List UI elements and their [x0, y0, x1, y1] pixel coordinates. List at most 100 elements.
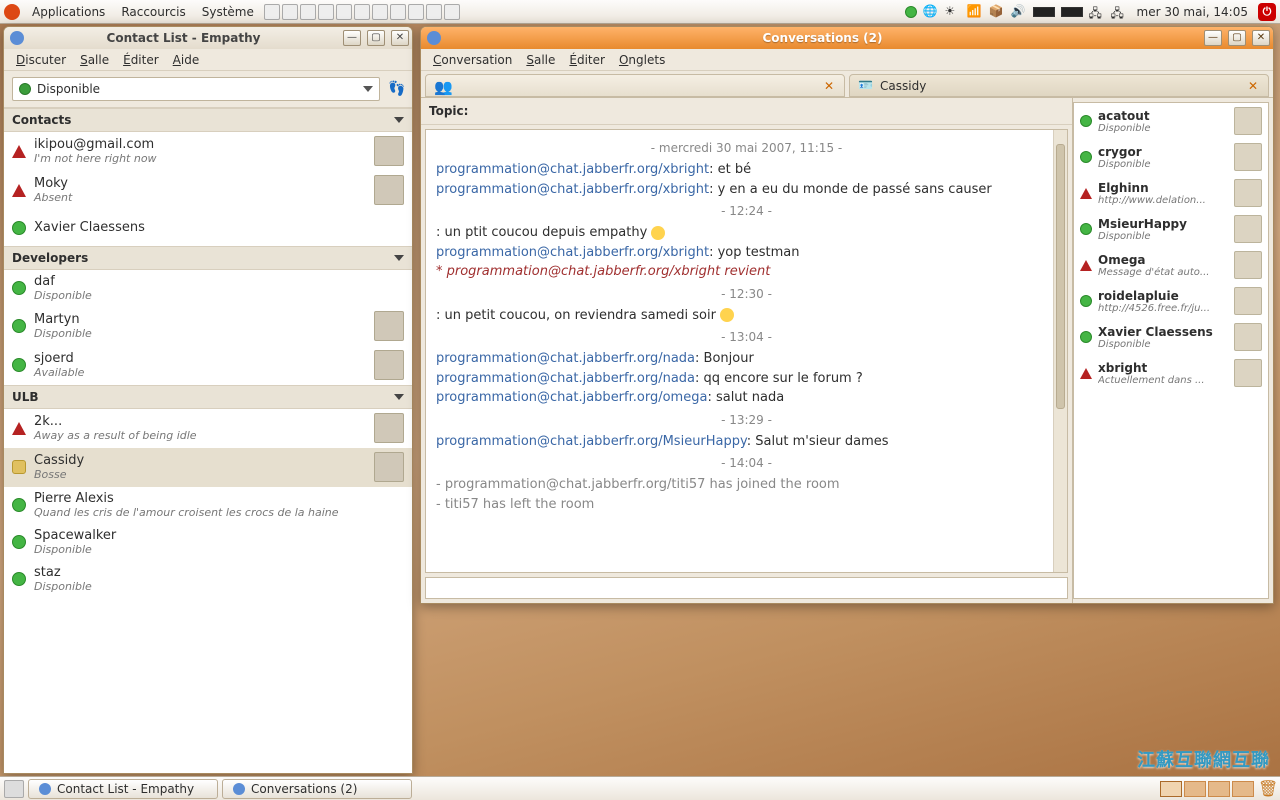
device-icon[interactable]: 🖧 — [1089, 4, 1105, 20]
chevron-down-icon — [394, 117, 404, 123]
device2-icon[interactable]: 🖧 — [1111, 4, 1127, 20]
contact-row[interactable]: 2k...Away as a result of being idle — [4, 409, 412, 448]
applet-icon[interactable] — [444, 4, 460, 20]
member-row[interactable]: OmegaMessage d'état auto... — [1074, 247, 1268, 283]
applications-menu[interactable]: Applications — [26, 3, 111, 21]
minimize-button[interactable]: — — [1204, 30, 1222, 46]
close-tab-icon[interactable]: ✕ — [1246, 79, 1260, 93]
trash-icon[interactable]: 🗑 — [1258, 780, 1276, 798]
contact-status: I'm not here right now — [34, 152, 366, 165]
chat-transcript[interactable]: - mercredi 30 mai 2007, 11:15 -programma… — [425, 129, 1068, 573]
close-tab-icon[interactable]: ✕ — [822, 79, 836, 93]
contact-row[interactable]: sjoerdAvailable — [4, 346, 412, 385]
sender: programmation@chat.jabberfr.org/omega — [436, 390, 707, 405]
contact-row[interactable]: CassidyBosse — [4, 448, 412, 487]
applet-icon[interactable] — [390, 4, 406, 20]
applet-icon[interactable] — [264, 4, 280, 20]
workspace-2[interactable] — [1184, 781, 1206, 797]
contact-name: Moky — [34, 176, 366, 191]
chat-message: programmation@chat.jabberfr.org/omega: s… — [436, 388, 1057, 408]
titlebar[interactable]: Conversations (2) — ▢ ✕ — [421, 27, 1273, 49]
conversation-tab[interactable]: 👥✕ — [425, 74, 845, 97]
workspace-4[interactable] — [1232, 781, 1254, 797]
status-available-icon — [12, 281, 26, 295]
timestamp: - 14:04 - — [436, 454, 1057, 472]
applet-icon[interactable] — [336, 4, 352, 20]
battery-icon[interactable] — [1033, 7, 1055, 17]
maximize-button[interactable]: ▢ — [1228, 30, 1246, 46]
taskbar-entry-conversations[interactable]: Conversations (2) — [222, 779, 412, 799]
applet-icon[interactable] — [426, 4, 442, 20]
group-header[interactable]: Developers — [4, 246, 412, 270]
weather-icon[interactable]: ☀ — [945, 4, 961, 20]
applet-icon[interactable] — [300, 4, 316, 20]
status-available-icon — [1080, 115, 1092, 127]
member-row[interactable]: Elghinnhttp://www.delation... — [1074, 175, 1268, 211]
footprint-icon[interactable]: 👣 — [388, 81, 404, 97]
scrollbar-thumb[interactable] — [1056, 144, 1065, 409]
contact-row[interactable]: dafDisponible — [4, 270, 412, 307]
chevron-down-icon — [394, 255, 404, 261]
shutdown-button[interactable]: ⏻ — [1258, 3, 1276, 21]
workspace-1[interactable] — [1160, 781, 1182, 797]
menu-aide[interactable]: Aide — [167, 51, 206, 69]
message-input[interactable] — [425, 577, 1068, 599]
clock[interactable]: mer 30 mai, 14:05 — [1133, 5, 1253, 19]
maximize-button[interactable]: ▢ — [367, 30, 385, 46]
menu-conversation[interactable]: Conversation — [427, 51, 518, 69]
applet-icon[interactable] — [318, 4, 334, 20]
contact-row[interactable]: MokyAbsent — [4, 171, 412, 210]
menu-onglets[interactable]: Onglets — [613, 51, 671, 69]
group-header[interactable]: Contacts — [4, 108, 412, 132]
show-desktop-button[interactable] — [4, 780, 24, 798]
applet-icon[interactable] — [354, 4, 370, 20]
close-button[interactable]: ✕ — [391, 30, 409, 46]
close-button[interactable]: ✕ — [1252, 30, 1270, 46]
avatar — [374, 311, 404, 341]
member-row[interactable]: xbrightActuellement dans ... — [1074, 355, 1268, 391]
applet-icon[interactable] — [372, 4, 388, 20]
contact-name: Cassidy — [34, 453, 366, 468]
places-menu[interactable]: Raccourcis — [115, 3, 191, 21]
menu-salle[interactable]: Salle — [520, 51, 561, 69]
member-row[interactable]: Xavier ClaessensDisponible — [1074, 319, 1268, 355]
taskbar-entry-contact-list[interactable]: Contact List - Empathy — [28, 779, 218, 799]
empathy-icon — [39, 783, 51, 795]
system-menu[interactable]: Système — [196, 3, 260, 21]
workspace-3[interactable] — [1208, 781, 1230, 797]
minimize-button[interactable]: — — [343, 30, 361, 46]
menu-éditer[interactable]: Éditer — [117, 51, 165, 69]
menu-éditer[interactable]: Éditer — [563, 51, 611, 69]
contact-row[interactable]: SpacewalkerDisponible — [4, 524, 412, 561]
battery2-icon[interactable] — [1061, 7, 1083, 17]
member-row[interactable]: crygorDisponible — [1074, 139, 1268, 175]
menu-salle[interactable]: Salle — [74, 51, 115, 69]
presence-icon[interactable] — [905, 6, 917, 18]
member-row[interactable]: roidelapluiehttp://4526.free.fr/ju... — [1074, 283, 1268, 319]
volume-icon[interactable]: 🔊 — [1011, 4, 1027, 20]
group-header[interactable]: ULB — [4, 385, 412, 409]
status-dropdown[interactable]: Disponible — [12, 77, 380, 101]
chat-message: programmation@chat.jabberfr.org/xbright:… — [436, 160, 1057, 180]
contact-row[interactable]: stazDisponible — [4, 561, 412, 598]
signal-icon[interactable]: 📶 — [967, 4, 983, 20]
group-name: Developers — [12, 251, 88, 265]
titlebar[interactable]: Contact List - Empathy — ▢ ✕ — [4, 27, 412, 49]
contact-row[interactable]: Pierre AlexisQuand les cris de l'amour c… — [4, 487, 412, 524]
scrollbar[interactable] — [1053, 130, 1067, 572]
applet-icon[interactable] — [282, 4, 298, 20]
member-row[interactable]: MsieurHappyDisponible — [1074, 211, 1268, 247]
status-available-icon — [12, 535, 26, 549]
network-globe-icon[interactable]: 🌐 — [923, 4, 939, 20]
updates-icon[interactable]: 📦 — [989, 4, 1005, 20]
menu-discuter[interactable]: Discuter — [10, 51, 72, 69]
contact-row[interactable]: MartynDisponible — [4, 307, 412, 346]
workspace-switcher[interactable] — [1160, 781, 1254, 797]
contact-row[interactable]: ikipou@gmail.comI'm not here right now — [4, 132, 412, 171]
applet-icon[interactable] — [408, 4, 424, 20]
group-name: Contacts — [12, 113, 71, 127]
contact-row[interactable]: Xavier Claessens — [4, 210, 412, 246]
conversation-tab[interactable]: 🪪Cassidy✕ — [849, 74, 1269, 97]
member-row[interactable]: acatoutDisponible — [1074, 103, 1268, 139]
chat-message: programmation@chat.jabberfr.org/nada: qq… — [436, 369, 1057, 389]
